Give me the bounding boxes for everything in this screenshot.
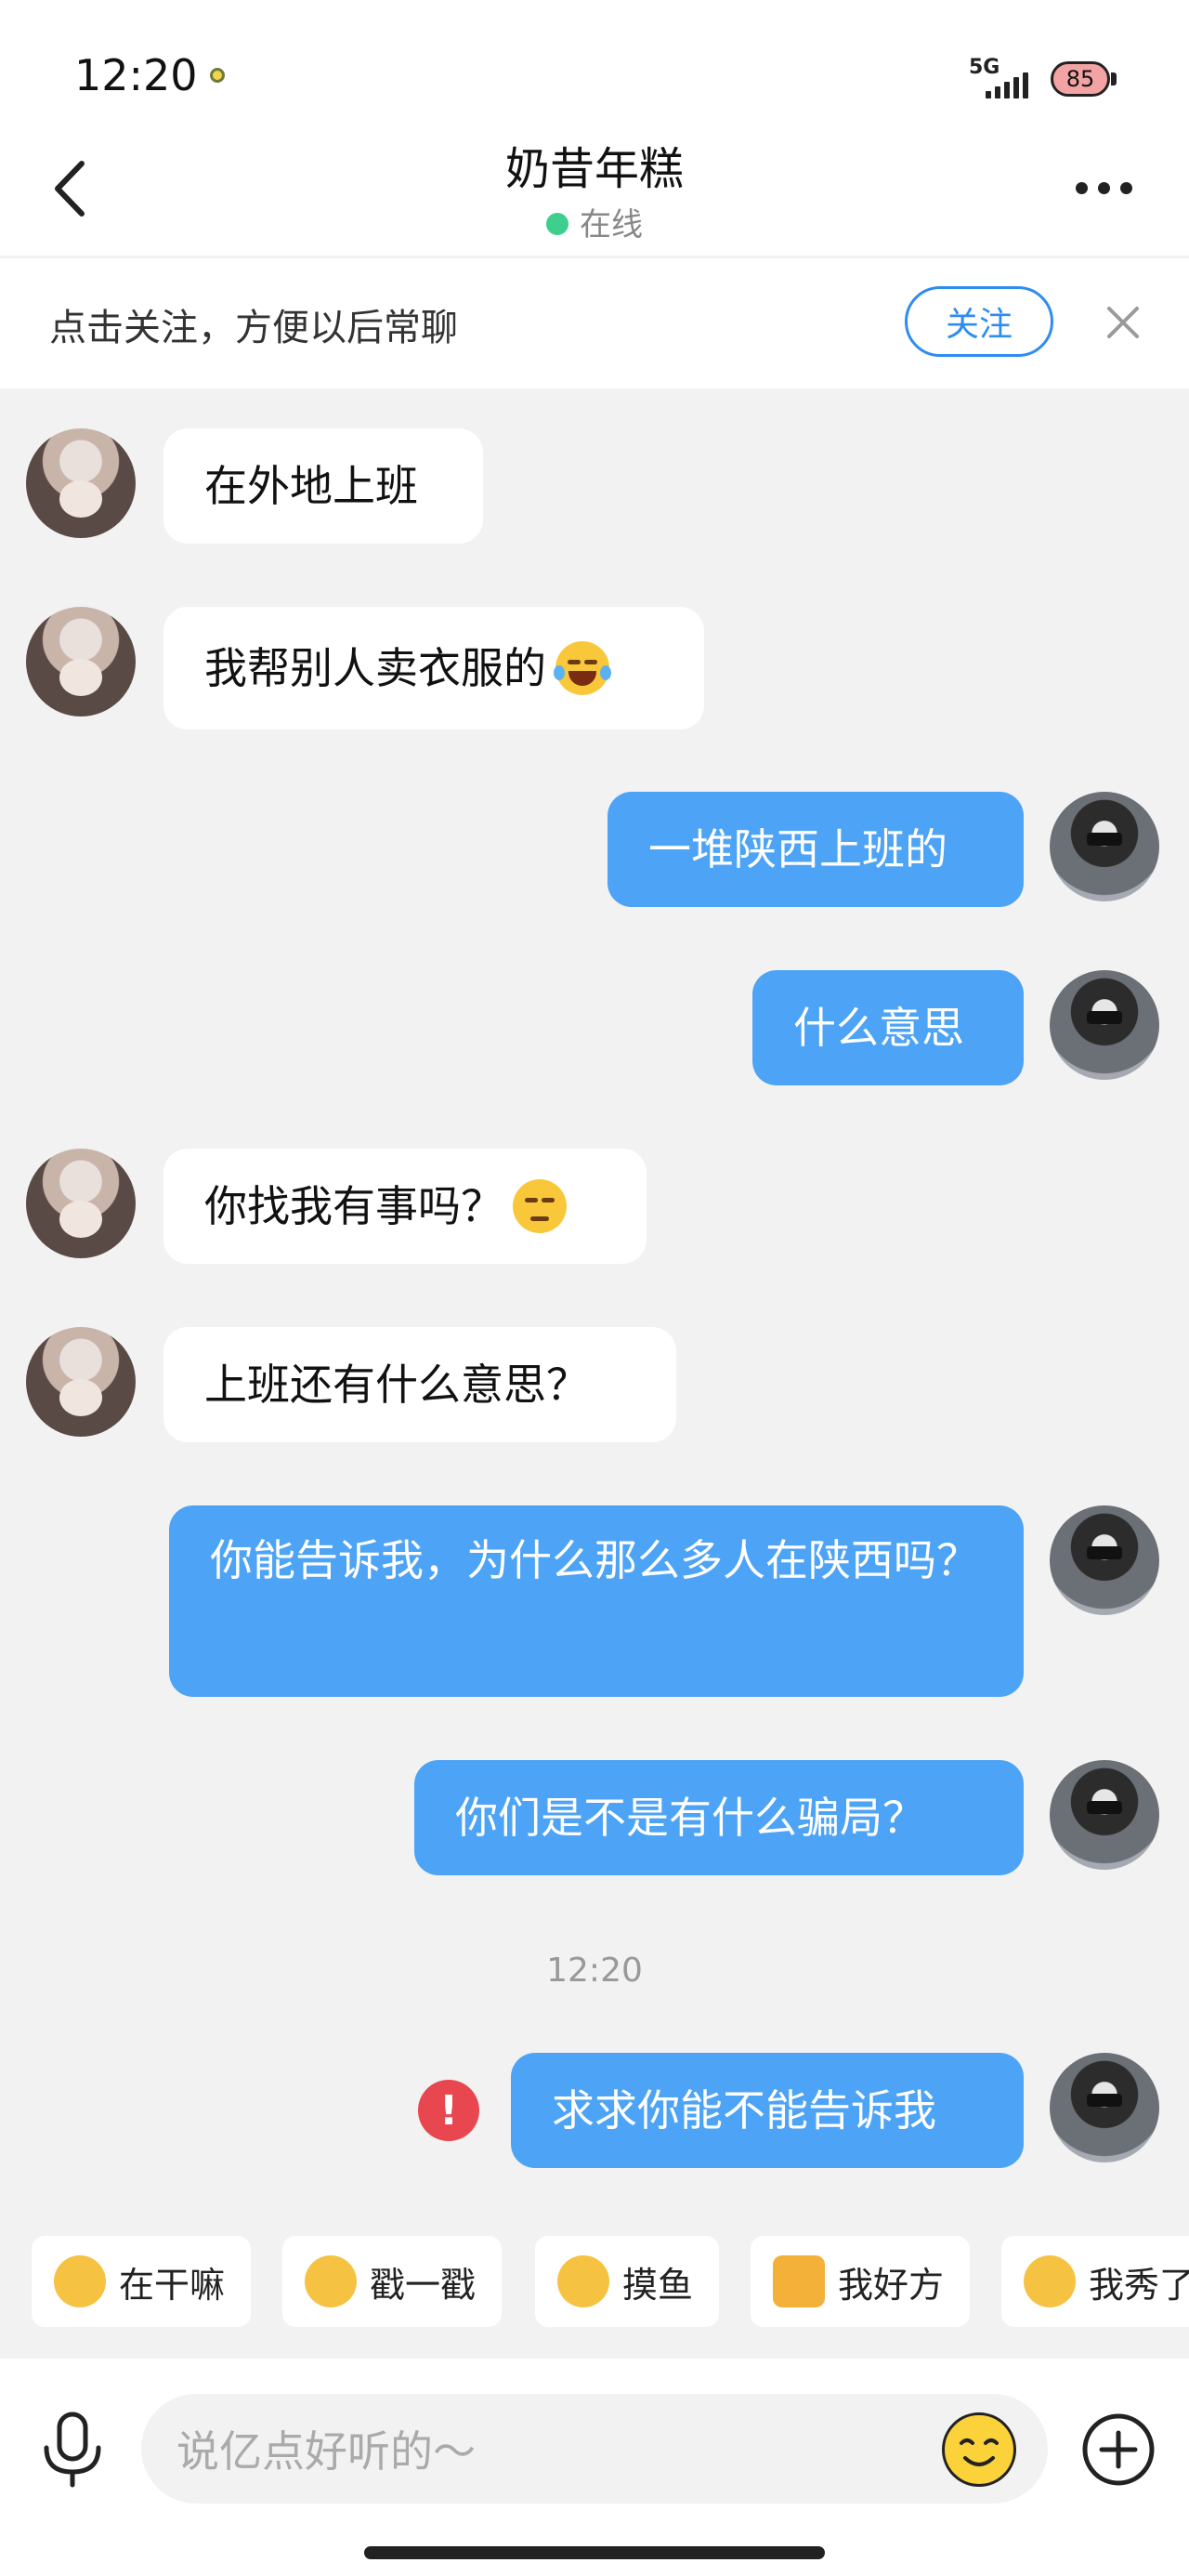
smiley-icon <box>960 2438 999 2466</box>
message-bubble-incoming[interactable]: 我帮别人卖衣服的 <box>163 607 704 729</box>
notification-icon <box>210 68 225 83</box>
online-status: 在线 <box>0 199 1189 244</box>
message-text: 上班还有什么意思？ <box>204 1360 589 1410</box>
battery-tip <box>1111 72 1117 85</box>
chip-label: 我秀了 <box>1089 2264 1189 2306</box>
message-text: 在外地上班 <box>204 461 418 511</box>
chat-title: 奶昔年糕 <box>504 143 684 195</box>
message-text: 求求你能不能告诉我 <box>552 2085 936 2136</box>
message-bubble-outgoing[interactable]: 你能告诉我，为什么那么多人在陕西吗？ <box>169 1505 1024 1697</box>
unamused-emoji-icon <box>513 1179 567 1233</box>
contact-avatar[interactable] <box>26 1149 136 1258</box>
home-indicator <box>364 2546 825 2559</box>
chip-label: 在干嘛 <box>119 2264 226 2306</box>
poke-hand-icon <box>305 2255 357 2307</box>
microphone-icon <box>44 2412 101 2488</box>
add-attachment-button[interactable] <box>1081 2412 1156 2487</box>
message-text: 你能告诉我，为什么那么多人在陕西吗？ <box>210 1535 979 1585</box>
contact-avatar[interactable] <box>26 428 136 538</box>
sticker-icon <box>54 2255 106 2307</box>
online-dot-icon <box>546 212 568 235</box>
user-avatar[interactable] <box>1050 1505 1159 1615</box>
quick-action-chip[interactable]: 我秀了 <box>1001 2236 1189 2327</box>
contact-avatar[interactable] <box>26 1327 136 1437</box>
quick-action-chip[interactable]: 我好方 <box>751 2236 970 2327</box>
emoji-button[interactable] <box>942 2412 1016 2487</box>
message-bubble-outgoing[interactable]: 求求你能不能告诉我 <box>511 2053 1024 2168</box>
chip-label: 摸鱼 <box>622 2264 694 2306</box>
message-bubble-incoming[interactable]: 在外地上班 <box>163 428 483 544</box>
chip-label: 我好方 <box>838 2264 945 2306</box>
message-text: 你们是不是有什么骗局？ <box>455 1793 925 1843</box>
user-avatar[interactable] <box>1050 792 1159 901</box>
laughing-crying-emoji-icon <box>554 641 611 695</box>
contact-avatar[interactable] <box>26 607 136 716</box>
chip-label: 戳一戳 <box>370 2264 477 2306</box>
message-input[interactable]: 说亿点好听的～ <box>141 2394 1048 2504</box>
show-off-sticker-icon <box>1024 2255 1076 2307</box>
more-options-button[interactable] <box>1076 182 1133 195</box>
message-timestamp: 12:20 <box>546 1952 643 1990</box>
quick-action-chip[interactable]: 在干嘛 <box>32 2236 251 2327</box>
message-bubble-incoming[interactable]: 你找我有事吗？ <box>163 1149 647 1264</box>
online-label: 在线 <box>580 206 643 243</box>
message-bubble-incoming[interactable]: 上班还有什么意思？ <box>163 1327 676 1442</box>
status-time: 12:20 <box>74 50 198 100</box>
user-avatar[interactable] <box>1050 970 1159 1080</box>
close-icon <box>1107 307 1139 338</box>
message-bubble-outgoing[interactable]: 一堆陕西上班的 <box>608 792 1024 907</box>
voice-button[interactable] <box>39 2411 106 2489</box>
message-text: 什么意思 <box>793 1003 964 1053</box>
close-banner-button[interactable] <box>1104 303 1143 342</box>
message-bubble-outgoing[interactable]: 你们是不是有什么骗局？ <box>414 1760 1024 1875</box>
quick-action-chip[interactable]: 戳一戳 <box>282 2236 502 2327</box>
user-avatar[interactable] <box>1050 2053 1159 2162</box>
battery-level: 85 <box>1065 66 1095 92</box>
plus-circle-icon <box>1082 2413 1155 2486</box>
send-failed-icon[interactable]: ! <box>418 2080 479 2141</box>
square-face-icon <box>773 2255 825 2307</box>
signal-icon: 5G <box>969 56 1034 99</box>
follow-button[interactable]: 关注 <box>905 286 1053 357</box>
message-bubble-outgoing[interactable]: 什么意思 <box>752 970 1024 1085</box>
message-text: 一堆陕西上班的 <box>648 824 947 874</box>
follow-prompt: 点击关注，方便以后常聊 <box>49 307 458 349</box>
battery-icon: 85 <box>1051 61 1110 97</box>
fish-sticker-icon <box>557 2255 609 2307</box>
user-avatar[interactable] <box>1050 1760 1159 1870</box>
quick-action-chip[interactable]: 摸鱼 <box>535 2236 719 2327</box>
message-text: 我帮别人卖衣服的 <box>204 643 546 693</box>
message-text: 你找我有事吗？ <box>204 1181 503 1231</box>
